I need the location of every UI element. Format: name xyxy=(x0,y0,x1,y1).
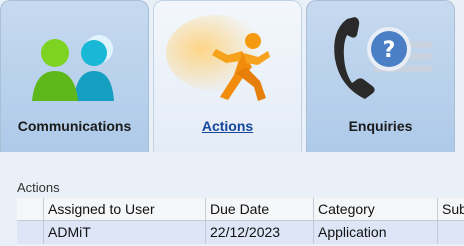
column-header[interactable]: Category xyxy=(314,198,438,221)
phone-question-icon: ? xyxy=(307,1,454,109)
row-selector-header xyxy=(17,198,44,221)
tab-bar: Communications Actions ? Enquiries xyxy=(0,0,464,152)
row-selector[interactable] xyxy=(17,221,44,244)
table-cell[interactable]: ADMiT xyxy=(44,221,206,244)
tab-label: Enquiries xyxy=(348,118,413,134)
table-header: Assigned to User Due Date Category Subje xyxy=(17,198,464,221)
svg-text:?: ? xyxy=(383,38,396,63)
running-man-icon xyxy=(154,1,301,109)
tab-label: Communications xyxy=(17,118,132,134)
column-header[interactable]: Due Date xyxy=(206,198,314,221)
tab-actions[interactable]: Actions xyxy=(153,0,302,152)
users-icon xyxy=(1,1,148,109)
actions-panel: Actions Assigned to User Due Date Catego… xyxy=(0,152,464,246)
column-header[interactable]: Assigned to User xyxy=(44,198,206,221)
tab-label: Actions xyxy=(201,118,254,134)
table-cell[interactable] xyxy=(438,221,464,244)
table-row[interactable]: ADMiT 22/12/2023 Application xyxy=(17,221,464,244)
table-cell[interactable]: 22/12/2023 xyxy=(206,221,314,244)
table-cell[interactable]: Application xyxy=(314,221,438,244)
tab-communications[interactable]: Communications xyxy=(0,0,149,152)
actions-grid: Assigned to User Due Date Category Subje… xyxy=(17,198,464,244)
tab-enquiries[interactable]: ? Enquiries xyxy=(306,0,455,152)
section-title: Actions xyxy=(17,180,60,195)
column-header[interactable]: Subje xyxy=(438,198,464,221)
